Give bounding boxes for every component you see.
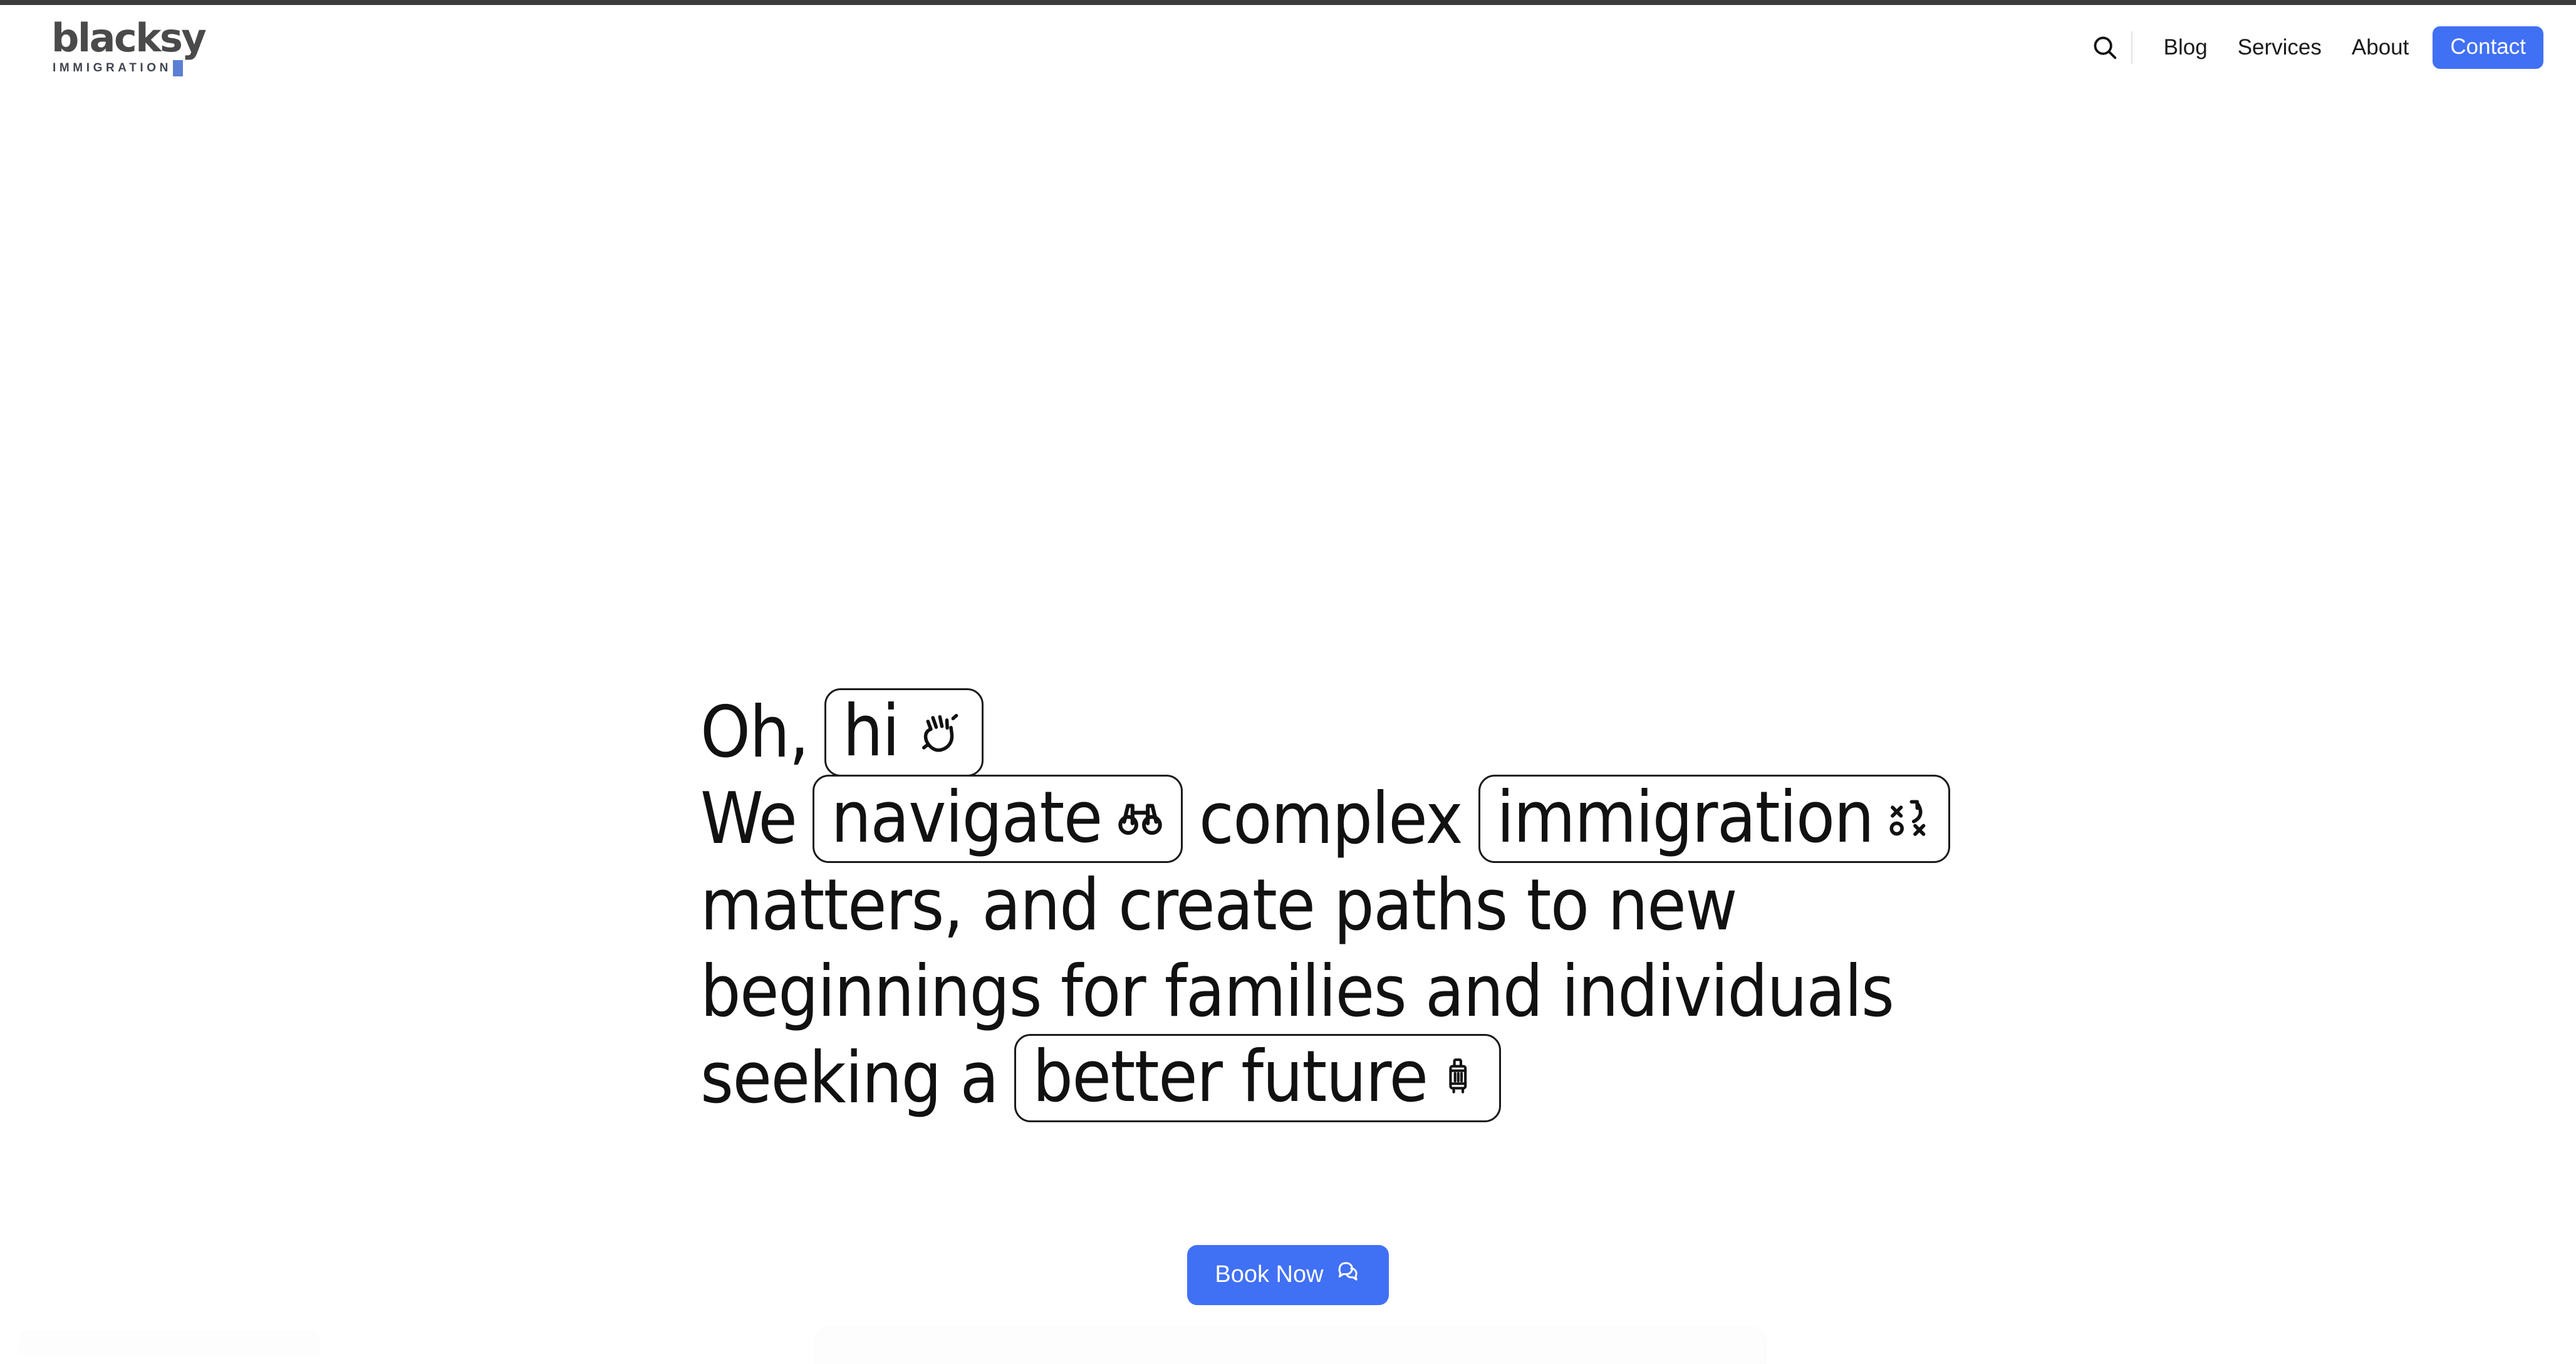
hero-chip-hi-label: hi bbox=[843, 689, 900, 772]
next-section-card-left bbox=[19, 1330, 319, 1355]
hero-text-seeking: seeking a bbox=[700, 1036, 999, 1119]
hero-line-3: matters, and create paths to new bbox=[700, 862, 1953, 948]
next-section-card bbox=[814, 1326, 1767, 1364]
nav-divider bbox=[2131, 31, 2132, 64]
hero-chip-hi[interactable]: hi bbox=[824, 688, 984, 777]
hero-line-4: beginnings for families and individuals bbox=[700, 948, 1953, 1035]
hero-headline: Oh, hi We navigate complex immigration m… bbox=[700, 688, 1953, 1122]
book-now-label: Book Now bbox=[1215, 1261, 1324, 1288]
suitcase-icon bbox=[1441, 1056, 1483, 1097]
chat-bubbles-icon bbox=[1336, 1259, 1361, 1290]
hero-text-matters: matters, and create paths to new bbox=[700, 864, 1738, 946]
nav-link-blog[interactable]: Blog bbox=[2149, 35, 2223, 60]
hero-text-complex: complex bbox=[1198, 777, 1463, 860]
search-button[interactable] bbox=[2087, 30, 2122, 65]
logo-wordmark: blacksy bbox=[51, 14, 207, 61]
hero-chip-better-future-label: better future bbox=[1032, 1035, 1428, 1118]
logo-accent-block bbox=[173, 59, 184, 76]
hero-text-beginnings: beginnings for families and individuals bbox=[700, 950, 1894, 1033]
hero-text-we: We bbox=[700, 777, 797, 860]
main-navigation: Blog Services About Contact bbox=[2087, 5, 2543, 90]
hero-chip-navigate-label: navigate bbox=[831, 775, 1103, 859]
search-icon bbox=[2094, 36, 2116, 59]
book-now-button[interactable]: Book Now bbox=[1187, 1245, 1389, 1305]
hero-text-oh: Oh, bbox=[700, 691, 809, 773]
hero-line-5: seeking a better future bbox=[700, 1033, 1953, 1122]
nav-link-about[interactable]: About bbox=[2337, 35, 2424, 60]
brand-logo[interactable]: blacksy IMMIGRATION bbox=[51, 14, 207, 76]
hero-line-2: We navigate complex immigration bbox=[700, 774, 1953, 863]
hero-cta-wrap: Book Now bbox=[0, 1245, 2576, 1305]
logo-tagline: IMMIGRATION bbox=[53, 61, 172, 75]
waving-hand-icon bbox=[913, 705, 965, 757]
contact-button[interactable]: Contact bbox=[2433, 26, 2543, 69]
site-header: blacksy IMMIGRATION Blog Services About … bbox=[0, 5, 2576, 90]
hero-line-1: Oh, hi bbox=[700, 688, 1953, 777]
nav-link-services[interactable]: Services bbox=[2223, 35, 2337, 60]
binoculars-icon bbox=[1116, 793, 1165, 842]
browser-chrome-bar bbox=[0, 0, 2576, 5]
hero-chip-immigration[interactable]: immigration bbox=[1478, 774, 1951, 863]
hero-chip-immigration-label: immigration bbox=[1497, 775, 1874, 859]
logo-tagline-row: IMMIGRATION bbox=[53, 59, 184, 76]
hero-chip-navigate[interactable]: navigate bbox=[813, 774, 1183, 863]
hero-chip-better-future[interactable]: better future bbox=[1014, 1033, 1501, 1122]
strategy-icon bbox=[1887, 795, 1932, 840]
